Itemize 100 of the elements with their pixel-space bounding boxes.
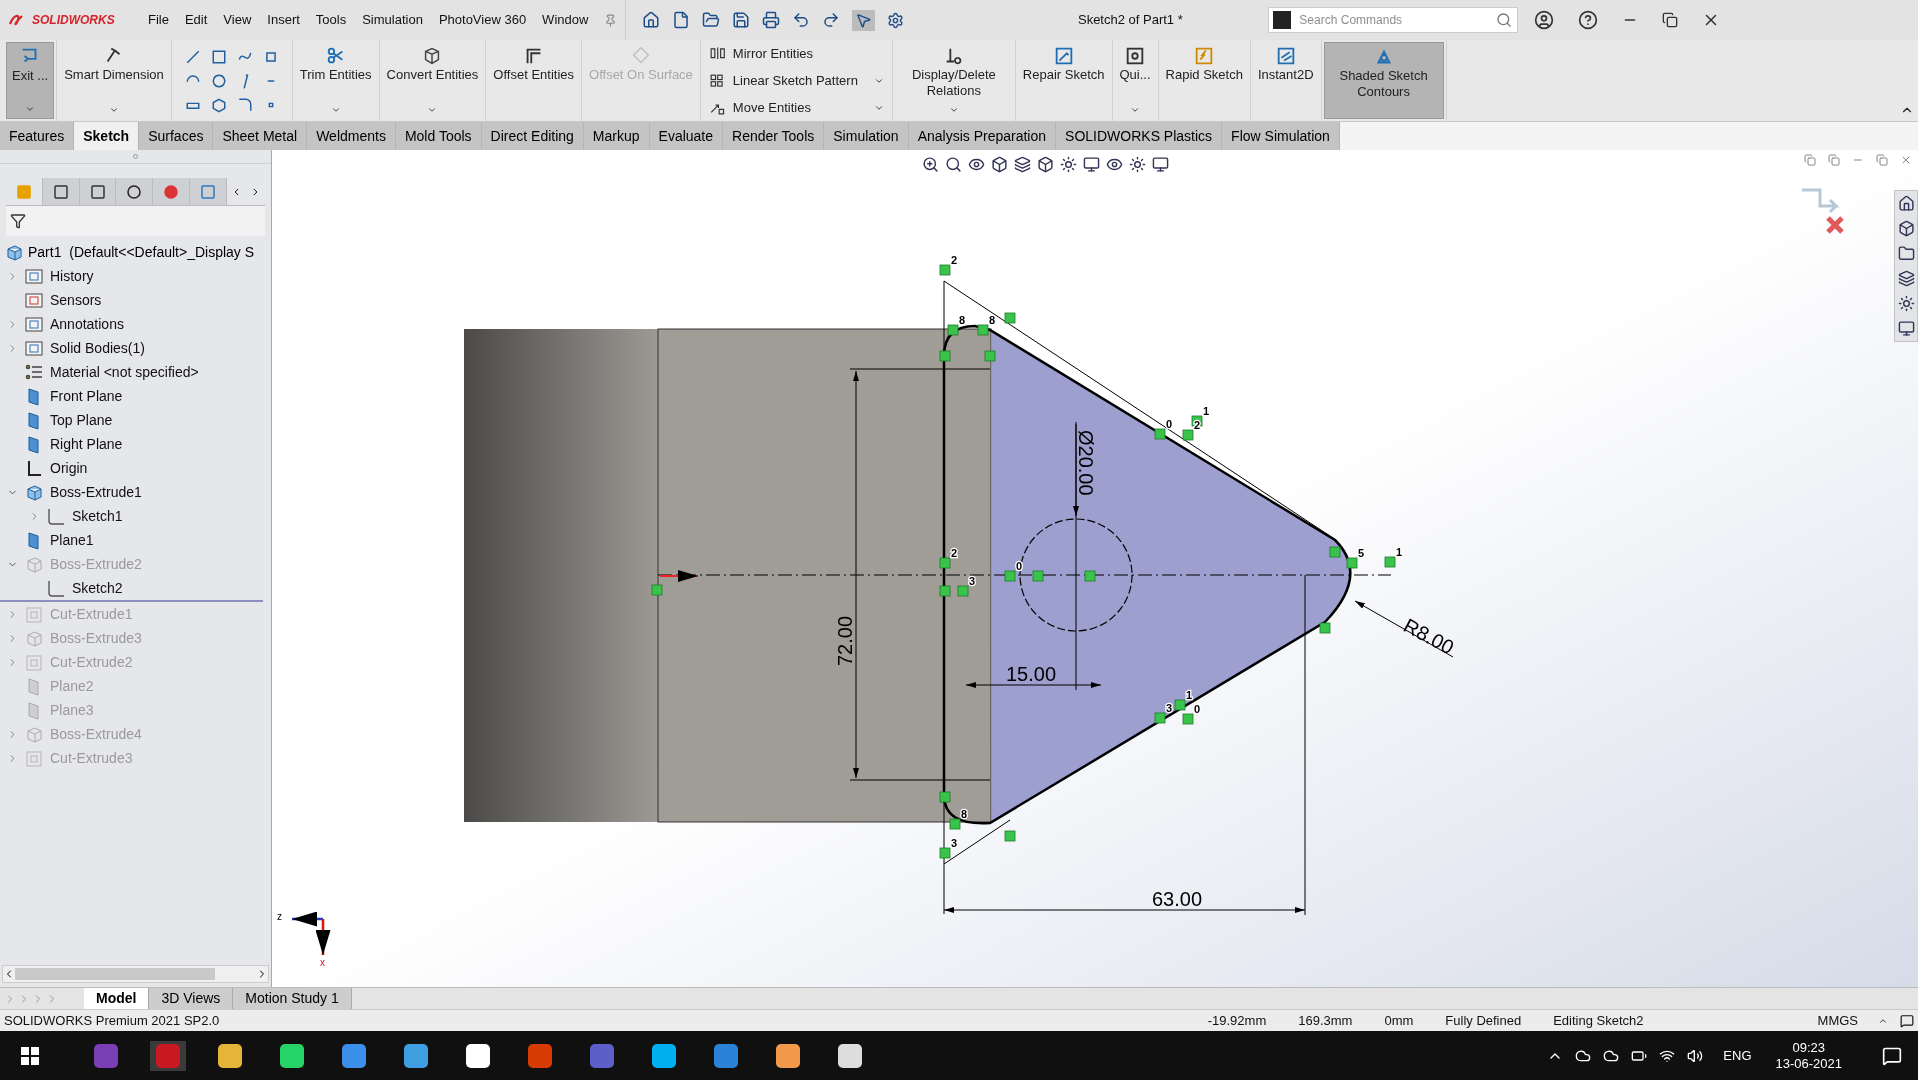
bottom-tab[interactable]: Model [84, 988, 150, 1009]
menu-item[interactable]: Edit [176, 10, 216, 30]
dimension-text[interactable]: 15.00 [1006, 663, 1057, 685]
dimension-line[interactable] [943, 574, 1306, 916]
search-icon[interactable] [1496, 12, 1513, 28]
relation-icon[interactable] [1319, 622, 1331, 634]
ribbon-button[interactable]: Exit ... [6, 42, 55, 119]
menu-item[interactable]: View [215, 10, 260, 30]
command-tab[interactable]: Simulation [824, 122, 909, 150]
tree-item[interactable]: Plane1 [0, 528, 271, 552]
task-pane-icon[interactable] [1897, 195, 1915, 212]
centerline[interactable] [657, 574, 1392, 576]
command-tab[interactable]: Sheet Metal [213, 122, 308, 150]
ribbon-button[interactable]: Rapid Sketch [1160, 42, 1248, 119]
quick-access-icon[interactable] [822, 11, 841, 29]
view-tool-icon[interactable] [1152, 156, 1169, 173]
command-tab[interactable]: SOLIDWORKS Plastics [1056, 122, 1223, 150]
command-tab[interactable]: Render Tools [723, 122, 825, 150]
tree-item[interactable]: History [0, 264, 271, 288]
ribbon-button[interactable]: Instant2D [1252, 42, 1319, 119]
tree-item[interactable]: Solid Bodies(1) [0, 336, 271, 360]
view-tool-icon[interactable] [1014, 156, 1031, 173]
command-tab[interactable]: Evaluate [649, 122, 724, 150]
tree-item[interactable]: Right Plane [0, 432, 271, 456]
view-tool-icon[interactable] [945, 156, 962, 173]
tree-item[interactable]: Sketch1 [0, 504, 271, 528]
quick-access-icon[interactable] [642, 11, 661, 29]
ribbon-button[interactable]: Trim Entities [294, 42, 377, 119]
tree-item[interactable]: Front Plane [0, 384, 271, 408]
ribbon-button[interactable]: Shaded Sketch Contours [1323, 42, 1444, 119]
filter-icon[interactable] [10, 213, 26, 229]
view-tool-icon[interactable] [1106, 156, 1123, 173]
view-tool-icon[interactable] [991, 156, 1008, 173]
quick-access-icon[interactable] [792, 11, 811, 29]
quick-access-icon[interactable] [672, 11, 691, 29]
leader-line[interactable] [1354, 600, 1454, 658]
ribbon-button[interactable]: Move Entities [708, 97, 884, 118]
start-icon[interactable] [20, 1045, 40, 1066]
relation-icon[interactable] [939, 791, 951, 803]
search-field[interactable]: Search Commands [1268, 7, 1519, 33]
pin-icon[interactable] [604, 13, 618, 27]
dimension-line[interactable] [965, 421, 1102, 691]
relation-icon[interactable] [949, 818, 961, 830]
relation-icon[interactable] [947, 324, 959, 336]
relation-icon[interactable] [1174, 699, 1186, 711]
ribbon-button[interactable]: Display/Delete Relations [894, 42, 1013, 119]
relation-icon[interactable] [939, 557, 951, 569]
menu-item[interactable]: Window [534, 10, 597, 30]
relation-icon[interactable] [1154, 428, 1166, 440]
menu-item[interactable]: Simulation [354, 10, 431, 30]
panel-tab[interactable] [42, 178, 80, 205]
quick-access-icon[interactable] [762, 11, 781, 29]
bottom-tab[interactable]: Motion Study 1 [233, 988, 352, 1009]
volume-icon[interactable] [1687, 1047, 1704, 1064]
bottom-tab[interactable]: 3D Views [149, 988, 234, 1009]
menu-item[interactable]: File [140, 10, 177, 30]
ribbon-button[interactable]: Mirror Entities [708, 43, 884, 64]
command-tab[interactable]: Weldments [307, 122, 396, 150]
task-pane-icon[interactable] [1897, 295, 1915, 312]
dimension-text[interactable]: 63.00 [1152, 888, 1203, 910]
dimension-text[interactable]: 72.00 [834, 615, 856, 666]
construction-line[interactable] [943, 280, 1334, 539]
select-button[interactable] [852, 9, 876, 31]
relation-icon[interactable] [1154, 712, 1166, 724]
tree-item[interactable]: Top Plane [0, 408, 271, 432]
scrollbar-thumb[interactable] [15, 968, 215, 980]
leader-line[interactable] [1073, 423, 1079, 517]
command-tab[interactable]: Surfaces [139, 122, 214, 150]
command-tab[interactable]: Features [0, 122, 75, 150]
tree-item[interactable]: Annotations [0, 312, 271, 336]
tree-item[interactable]: Sketch2 [0, 576, 271, 600]
task-pane-icon[interactable] [1897, 320, 1915, 337]
construction-line[interactable] [943, 819, 1011, 865]
tree-root[interactable]: Part1 (Default<<Default>_Display S [28, 241, 255, 263]
ribbon-button[interactable]: Repair Sketch [1017, 42, 1110, 119]
task-pane-icon[interactable] [1897, 220, 1915, 237]
view-tool-icon[interactable] [1037, 156, 1054, 173]
ribbon-button[interactable]: Smart Dimension [59, 42, 169, 119]
relation-icon[interactable] [939, 350, 951, 362]
task-pane-icon[interactable] [1897, 270, 1915, 287]
language-indicator[interactable]: ENG [1723, 1045, 1752, 1066]
command-tab[interactable]: Sketch [74, 122, 140, 150]
notifications-icon[interactable] [1882, 1045, 1902, 1066]
menu-item[interactable]: Tools [307, 10, 355, 30]
ribbon-button[interactable]: Linear Sketch Pattern [708, 70, 884, 91]
panel-tab[interactable] [116, 178, 154, 205]
units-button[interactable]: MMGS [1809, 1010, 1866, 1031]
quick-access-icon[interactable] [702, 11, 721, 29]
quick-access-icon[interactable] [732, 11, 751, 29]
tree-item[interactable]: Boss-Extrude1 [0, 480, 271, 504]
tree-item[interactable]: Material <not specified> [0, 360, 271, 384]
view-tool-icon[interactable] [1129, 156, 1146, 173]
task-pane-icon[interactable] [1897, 245, 1915, 262]
restore-icon[interactable] [1662, 12, 1679, 28]
help-icon[interactable] [1578, 10, 1599, 30]
view-tool-icon[interactable] [1060, 156, 1077, 173]
panel-tab[interactable] [79, 178, 117, 205]
relation-icon[interactable] [977, 324, 989, 336]
menu-item[interactable]: Insert [259, 10, 308, 30]
view-tool-icon[interactable] [1083, 156, 1100, 173]
